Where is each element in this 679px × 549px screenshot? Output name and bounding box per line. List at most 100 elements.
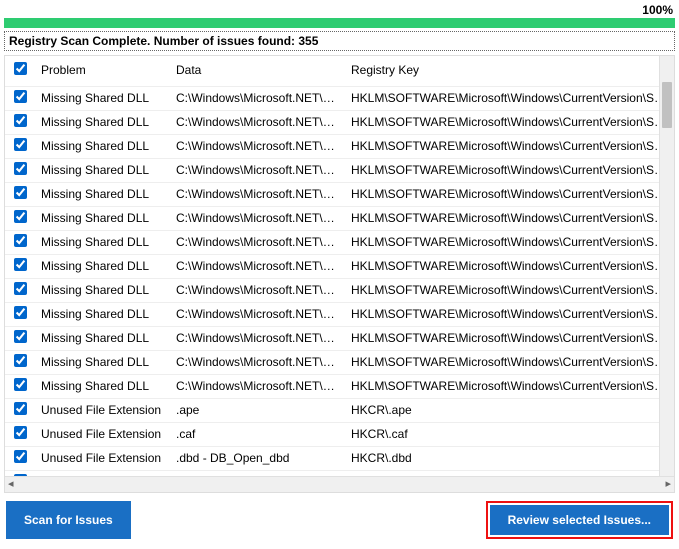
row-checkbox[interactable] xyxy=(14,138,27,151)
row-data: C:\Windows\Microsoft.NET\Fra... xyxy=(170,327,345,351)
row-checkbox-cell xyxy=(5,303,35,327)
table-row[interactable]: Missing Shared DLLC:\Windows\Microsoft.N… xyxy=(5,279,674,303)
column-header-problem[interactable]: Problem xyxy=(35,56,170,87)
row-checkbox[interactable] xyxy=(14,378,27,391)
row-key: HKLM\SOFTWARE\Microsoft\Windows\CurrentV… xyxy=(345,159,674,183)
row-checkbox-cell xyxy=(5,375,35,399)
table-row[interactable]: Missing Shared DLLC:\Windows\Microsoft.N… xyxy=(5,255,674,279)
row-problem: Unused File Extension xyxy=(35,471,170,477)
row-data: .caf xyxy=(170,423,345,447)
row-data: C:\Windows\Microsoft.NET\Fra... xyxy=(170,87,345,111)
row-checkbox-cell xyxy=(5,159,35,183)
row-problem: Missing Shared DLL xyxy=(35,327,170,351)
row-problem: Missing Shared DLL xyxy=(35,303,170,327)
row-checkbox-cell xyxy=(5,471,35,477)
row-data: C:\Windows\Microsoft.NET\Fra... xyxy=(170,183,345,207)
row-key: HKLM\SOFTWARE\Microsoft\Windows\CurrentV… xyxy=(345,111,674,135)
vertical-scrollbar-thumb[interactable] xyxy=(662,82,672,128)
row-key: HKLM\SOFTWARE\Microsoft\Windows\CurrentV… xyxy=(345,207,674,231)
column-header-key[interactable]: Registry Key xyxy=(345,56,674,87)
row-key: HKLM\SOFTWARE\Microsoft\Windows\CurrentV… xyxy=(345,303,674,327)
table-row[interactable]: Unused File Extension.cafHKCR\.caf xyxy=(5,423,674,447)
table-row[interactable]: Missing Shared DLLC:\Windows\Microsoft.N… xyxy=(5,207,674,231)
table-row[interactable]: Missing Shared DLLC:\Windows\Microsoft.N… xyxy=(5,327,674,351)
button-bar: Scan for Issues Review selected Issues..… xyxy=(0,493,679,549)
row-checkbox[interactable] xyxy=(14,234,27,247)
table-row[interactable]: Unused File Extension.apeHKCR\.ape xyxy=(5,399,674,423)
results-table: Problem Data Registry Key Missing Shared… xyxy=(5,56,674,476)
progress-percent: 100% xyxy=(642,3,673,17)
row-problem: Missing Shared DLL xyxy=(35,207,170,231)
row-key: HKLM\SOFTWARE\Microsoft\Windows\CurrentV… xyxy=(345,183,674,207)
table-row[interactable]: Missing Shared DLLC:\Windows\Microsoft.N… xyxy=(5,111,674,135)
select-all-checkbox[interactable] xyxy=(14,62,27,75)
horizontal-scrollbar[interactable]: ◂ ▸ xyxy=(5,476,674,492)
row-data: .ape xyxy=(170,399,345,423)
row-key: HKLM\SOFTWARE\Microsoft\Windows\CurrentV… xyxy=(345,87,674,111)
row-key: HKCR\.caf xyxy=(345,423,674,447)
row-key: HKLM\SOFTWARE\Microsoft\Windows\CurrentV… xyxy=(345,375,674,399)
row-problem: Missing Shared DLL xyxy=(35,255,170,279)
row-checkbox-cell xyxy=(5,399,35,423)
row-data: .dbd - DB_Open_dbd xyxy=(170,447,345,471)
row-checkbox-cell xyxy=(5,207,35,231)
row-problem: Missing Shared DLL xyxy=(35,111,170,135)
table-row[interactable]: Missing Shared DLLC:\Windows\Microsoft.N… xyxy=(5,375,674,399)
table-row[interactable]: Missing Shared DLLC:\Windows\Microsoft.N… xyxy=(5,183,674,207)
row-checkbox-cell xyxy=(5,183,35,207)
row-checkbox[interactable] xyxy=(14,162,27,175)
row-data: C:\Windows\Microsoft.NET\Fra... xyxy=(170,351,345,375)
row-key: HKLM\SOFTWARE\Microsoft\Windows\CurrentV… xyxy=(345,135,674,159)
table-row[interactable]: Missing Shared DLLC:\Windows\Microsoft.N… xyxy=(5,303,674,327)
row-key: HKLM\SOFTWARE\Microsoft\Windows\CurrentV… xyxy=(345,351,674,375)
row-problem: Missing Shared DLL xyxy=(35,183,170,207)
row-checkbox[interactable] xyxy=(14,258,27,271)
table-row[interactable]: Unused File Extension.dbop - DB_Open_dbo… xyxy=(5,471,674,477)
row-key: HKCR\.dbd xyxy=(345,447,674,471)
row-checkbox-cell xyxy=(5,447,35,471)
row-checkbox[interactable] xyxy=(14,282,27,295)
table-row[interactable]: Missing Shared DLLC:\Windows\Microsoft.N… xyxy=(5,135,674,159)
scan-status-header: Registry Scan Complete. Number of issues… xyxy=(4,31,675,51)
table-row[interactable]: Missing Shared DLLC:\Windows\Microsoft.N… xyxy=(5,231,674,255)
row-checkbox[interactable] xyxy=(14,402,27,415)
table-row[interactable]: Unused File Extension.dbd - DB_Open_dbdH… xyxy=(5,447,674,471)
row-checkbox-cell xyxy=(5,87,35,111)
row-problem: Unused File Extension xyxy=(35,423,170,447)
row-problem: Missing Shared DLL xyxy=(35,351,170,375)
progress-section: 100% xyxy=(0,0,679,28)
row-checkbox[interactable] xyxy=(14,450,27,463)
row-data: C:\Windows\Microsoft.NET\Fra... xyxy=(170,303,345,327)
results-table-area: Problem Data Registry Key Missing Shared… xyxy=(4,55,675,493)
row-problem: Missing Shared DLL xyxy=(35,159,170,183)
row-data: C:\Windows\Microsoft.NET\Fra... xyxy=(170,135,345,159)
row-data: .dbop - DB_Open_dbop xyxy=(170,471,345,477)
scroll-right-icon[interactable]: ▸ xyxy=(665,479,671,490)
row-checkbox[interactable] xyxy=(14,90,27,103)
row-checkbox[interactable] xyxy=(14,306,27,319)
row-checkbox[interactable] xyxy=(14,330,27,343)
row-key: HKCR\.dbop xyxy=(345,471,674,477)
row-checkbox[interactable] xyxy=(14,210,27,223)
row-key: HKCR\.ape xyxy=(345,399,674,423)
column-header-data[interactable]: Data xyxy=(170,56,345,87)
results-grid: Problem Data Registry Key Missing Shared… xyxy=(5,56,674,476)
row-data: C:\Windows\Microsoft.NET\Fra... xyxy=(170,375,345,399)
table-row[interactable]: Missing Shared DLLC:\Windows\Microsoft.N… xyxy=(5,159,674,183)
review-button-highlight: Review selected Issues... xyxy=(486,501,673,539)
row-checkbox[interactable] xyxy=(14,186,27,199)
row-checkbox[interactable] xyxy=(14,426,27,439)
table-row[interactable]: Missing Shared DLLC:\Windows\Microsoft.N… xyxy=(5,87,674,111)
row-checkbox-cell xyxy=(5,111,35,135)
row-checkbox[interactable] xyxy=(14,474,27,476)
vertical-scrollbar[interactable] xyxy=(659,56,674,476)
table-row[interactable]: Missing Shared DLLC:\Windows\Microsoft.N… xyxy=(5,351,674,375)
row-checkbox[interactable] xyxy=(14,114,27,127)
review-button[interactable]: Review selected Issues... xyxy=(490,505,669,535)
row-data: C:\Windows\Microsoft.NET\Fra... xyxy=(170,207,345,231)
scan-button[interactable]: Scan for Issues xyxy=(6,501,131,539)
progress-bar xyxy=(4,18,675,28)
row-key: HKLM\SOFTWARE\Microsoft\Windows\CurrentV… xyxy=(345,231,674,255)
scroll-left-icon[interactable]: ◂ xyxy=(8,479,14,490)
row-checkbox[interactable] xyxy=(14,354,27,367)
